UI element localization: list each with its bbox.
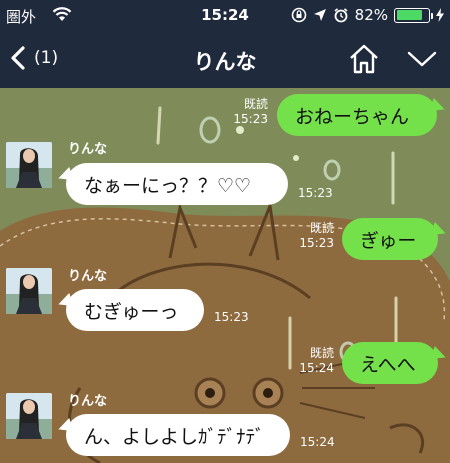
avatar[interactable] — [6, 142, 52, 188]
message-bubble-incoming[interactable]: ん、よしよしｶﾞﾃﾞﾅﾃﾞ — [66, 414, 290, 456]
charging-bolt-icon — [436, 8, 444, 22]
read-receipt: 既読 — [309, 221, 334, 235]
message-bubble-outgoing[interactable]: ぎゅー — [342, 218, 438, 260]
message-text: おねーちゃん — [295, 105, 410, 128]
message-bubble-incoming[interactable]: なぁーにっ？？♡♡ — [66, 163, 288, 205]
message-time: 15:23 — [214, 310, 249, 324]
sender-name: りんな — [68, 269, 108, 284]
message-time: 15:23 — [299, 236, 334, 250]
message-text: ぎゅー — [360, 229, 417, 252]
avatar[interactable] — [6, 393, 52, 439]
avatar[interactable] — [6, 268, 52, 314]
message-meta: 既読 15:23 — [288, 221, 334, 251]
message-bubble-incoming[interactable]: むぎゅーっ — [66, 289, 204, 331]
message-text: むぎゅーっ — [84, 300, 179, 323]
read-receipt: 既読 — [243, 97, 268, 111]
sender-name: りんな — [68, 142, 108, 157]
home-icon[interactable] — [348, 44, 380, 74]
chevron-down-icon[interactable] — [407, 50, 437, 68]
status-bar: 圏外 15:24 82% — [0, 0, 450, 30]
message-text: ん、よしよしｶﾞﾃﾞﾅﾃﾞ — [84, 425, 265, 448]
location-arrow-icon — [313, 9, 326, 21]
chat-area[interactable]: 既読 15:23 おねーちゃん りんな なぁーにっ？？♡♡ 15:23 既読 1… — [0, 88, 450, 463]
chat-header: (1) りんな — [0, 30, 450, 88]
message-text: えへへ — [360, 353, 416, 376]
message-bubble-outgoing[interactable]: えへへ — [342, 342, 438, 384]
rotation-lock-icon — [291, 7, 306, 23]
alarm-icon — [334, 8, 348, 23]
message-time: 15:24 — [299, 361, 334, 375]
chat-title: りんな — [193, 50, 257, 74]
message-bubble-outgoing[interactable]: おねーちゃん — [277, 94, 437, 136]
battery-icon — [394, 7, 433, 23]
message-time: 15:23 — [298, 186, 333, 200]
avatar-image — [6, 142, 52, 188]
message-time: 15:24 — [300, 435, 335, 449]
message-meta: 既読 15:24 — [288, 346, 334, 376]
message-text: なぁーにっ？？♡♡ — [84, 174, 252, 197]
battery-percent: 82% — [354, 6, 388, 24]
avatar-image — [6, 268, 52, 314]
avatar-image — [6, 393, 52, 439]
message-meta: 既読 15:23 — [222, 97, 268, 127]
read-receipt: 既読 — [309, 346, 334, 360]
message-time: 15:23 — [233, 112, 268, 126]
sender-name: りんな — [68, 394, 108, 409]
